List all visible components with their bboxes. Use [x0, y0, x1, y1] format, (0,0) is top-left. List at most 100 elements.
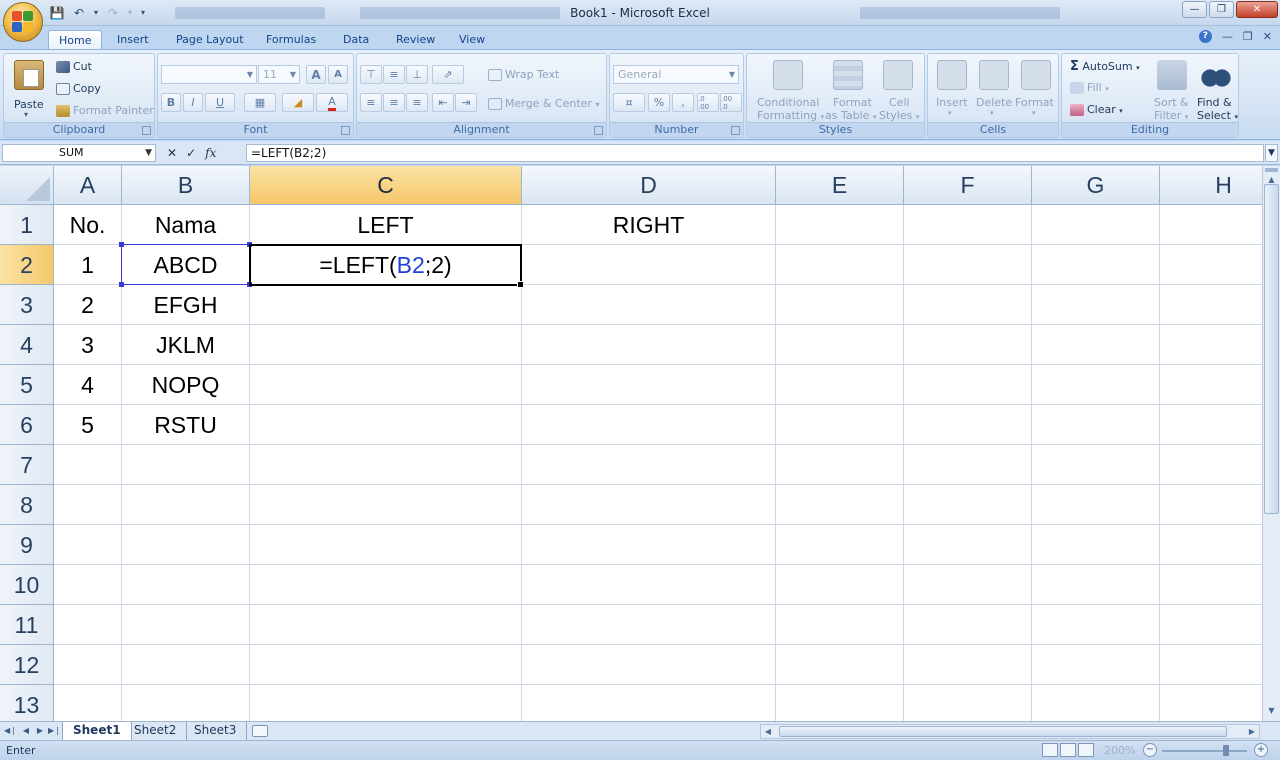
first-sheet-icon[interactable]: ◀❘ [4, 724, 17, 738]
cell-b6[interactable]: RSTU [122, 405, 249, 445]
row-header-2[interactable]: 2 [0, 245, 54, 285]
sort-filter-button[interactable]: Sort & Filter ▾ [1150, 56, 1194, 122]
scroll-down-icon[interactable]: ▼ [1264, 703, 1279, 719]
prev-sheet-icon[interactable]: ◀ [20, 724, 32, 738]
cut-button[interactable]: Cut [56, 60, 92, 73]
delete-cells-button[interactable]: Delete ▾ [973, 56, 1015, 122]
decrease-indent-button[interactable]: ⇤ [432, 93, 454, 112]
bottom-align-button[interactable]: ⊥ [406, 65, 428, 84]
column-header-g[interactable]: G [1032, 166, 1160, 205]
column-header-e[interactable]: E [776, 166, 904, 205]
sheet-tab-sheet1[interactable]: Sheet1 [62, 722, 132, 740]
office-button[interactable] [3, 2, 43, 42]
zoom-slider-handle[interactable] [1223, 745, 1229, 756]
column-header-a[interactable]: A [54, 166, 122, 205]
column-header-d[interactable]: D [522, 166, 776, 205]
number-format-dropdown[interactable]: General ▼ [613, 65, 739, 84]
page-layout-view-icon[interactable] [1060, 743, 1076, 757]
bold-button[interactable]: B [161, 93, 181, 112]
scroll-right-icon[interactable]: ▶ [1245, 725, 1259, 738]
column-header-f[interactable]: F [904, 166, 1032, 205]
insert-sheet-icon[interactable] [252, 725, 268, 737]
horizontal-scrollbar[interactable]: ◀ ▶ [760, 724, 1260, 739]
align-right-button[interactable]: ≡ [406, 93, 428, 112]
center-button[interactable]: ≡ [383, 93, 405, 112]
name-box[interactable]: SUM ▼ [2, 144, 156, 162]
row-header-9[interactable]: 9 [0, 525, 54, 565]
tab-home[interactable]: Home [48, 30, 103, 50]
formula-input[interactable]: =LEFT(B2;2) [246, 144, 1264, 162]
font-color-button[interactable]: A [316, 93, 348, 112]
cell-b4[interactable]: JKLM [122, 325, 249, 365]
comma-button[interactable]: , [672, 93, 694, 112]
align-left-button[interactable]: ≡ [360, 93, 382, 112]
column-header-h[interactable]: H [1160, 166, 1262, 205]
tab-view[interactable]: View [449, 30, 495, 50]
close-icon[interactable]: ✕ [1236, 1, 1278, 18]
workbook-restore-icon[interactable]: ❐ [1243, 30, 1253, 43]
row-header-1[interactable]: 1 [0, 205, 54, 245]
grow-font-button[interactable]: A [306, 65, 326, 84]
accounting-format-button[interactable]: ¤ [613, 93, 645, 112]
scroll-left-icon[interactable]: ◀ [761, 725, 775, 738]
expand-formula-bar-icon[interactable]: ▼ [1265, 144, 1278, 162]
normal-view-icon[interactable] [1042, 743, 1058, 757]
cell-a2[interactable]: 1 [54, 245, 121, 285]
page-break-view-icon[interactable] [1078, 743, 1094, 757]
cell-a6[interactable]: 5 [54, 405, 121, 445]
tab-review[interactable]: Review [386, 30, 445, 50]
clear-button[interactable]: Clear ▾ [1070, 103, 1123, 116]
orientation-button[interactable]: ⇗ [432, 65, 464, 84]
row-header-12[interactable]: 12 [0, 645, 54, 685]
alignment-launcher-icon[interactable] [594, 126, 603, 135]
tab-data[interactable]: Data [333, 30, 379, 50]
workbook-close-icon[interactable]: ✕ [1263, 30, 1272, 43]
sheet-tab-sheet2[interactable]: Sheet2 [124, 722, 188, 740]
format-cells-button[interactable]: Format ▾ [1015, 56, 1057, 122]
italic-button[interactable]: I [183, 93, 203, 112]
column-header-b[interactable]: B [122, 166, 250, 205]
font-launcher-icon[interactable] [341, 126, 350, 135]
row-header-13[interactable]: 13 [0, 685, 54, 721]
insert-function-button[interactable]: fx [205, 146, 216, 160]
horizontal-scroll-thumb[interactable] [779, 726, 1227, 737]
find-select-button[interactable]: Find & Select ▾ [1195, 56, 1239, 122]
underline-button[interactable]: U [205, 93, 235, 112]
cell-b5[interactable]: NOPQ [122, 365, 249, 405]
font-name-dropdown[interactable]: ▼ [161, 65, 257, 84]
cell-a1[interactable]: No. [54, 205, 121, 245]
row-header-7[interactable]: 7 [0, 445, 54, 485]
font-size-dropdown[interactable]: 11 ▼ [258, 65, 300, 84]
tab-page-layout[interactable]: Page Layout [166, 30, 254, 50]
workbook-minimize-icon[interactable]: — [1222, 30, 1233, 43]
middle-align-button[interactable]: ≡ [383, 65, 405, 84]
tab-insert[interactable]: Insert [107, 30, 159, 50]
zoom-out-icon[interactable]: − [1143, 743, 1157, 757]
minimize-icon[interactable]: — [1182, 1, 1207, 18]
shrink-font-button[interactable]: A [328, 65, 348, 84]
increase-indent-button[interactable]: ⇥ [455, 93, 477, 112]
vertical-scrollbar[interactable]: ▲ ▼ [1262, 166, 1280, 721]
cell-c1[interactable]: LEFT [250, 205, 521, 245]
cell-b3[interactable]: EFGH [122, 285, 249, 325]
percent-button[interactable]: % [648, 93, 670, 112]
zoom-level[interactable]: 200% [1104, 744, 1135, 757]
column-header-c[interactable]: C [250, 166, 522, 205]
cell-d1[interactable]: RIGHT [522, 205, 775, 245]
help-icon[interactable]: ? [1198, 30, 1212, 43]
wrap-text-button[interactable]: Wrap Text [488, 68, 559, 81]
vertical-scroll-thumb[interactable] [1264, 184, 1279, 514]
row-header-11[interactable]: 11 [0, 605, 54, 645]
top-align-button[interactable]: ⊤ [360, 65, 382, 84]
row-header-4[interactable]: 4 [0, 325, 54, 365]
cell-a5[interactable]: 4 [54, 365, 121, 405]
copy-button[interactable]: Copy [56, 82, 101, 95]
sheet-tab-sheet3[interactable]: Sheet3 [184, 722, 248, 740]
merge-center-button[interactable]: Merge & Center ▾ [488, 97, 599, 110]
format-painter-button[interactable]: Format Painter [56, 104, 154, 117]
zoom-in-icon[interactable]: + [1254, 743, 1268, 757]
cell-a3[interactable]: 2 [54, 285, 121, 325]
decrease-decimal-button[interactable]: .00 .0 [720, 93, 742, 112]
row-header-5[interactable]: 5 [0, 365, 54, 405]
cancel-icon[interactable]: ✕ [167, 146, 177, 160]
